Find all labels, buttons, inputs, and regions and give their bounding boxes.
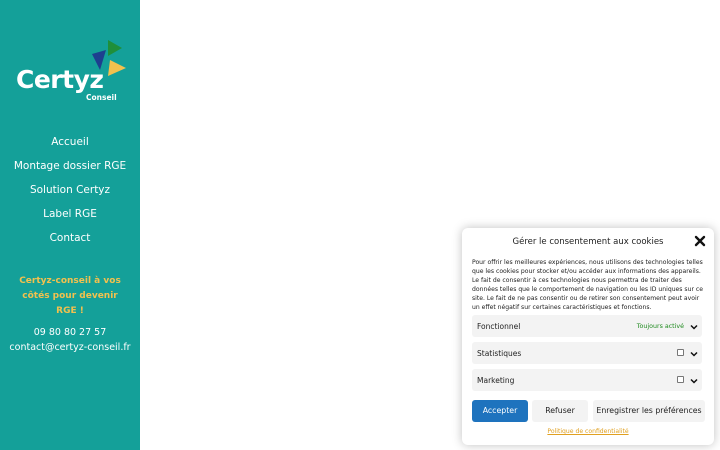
sidebar: Certyz Conseil Accueil Montage dossier R… — [0, 0, 140, 450]
certyz-logo[interactable]: Certyz Conseil — [14, 40, 130, 106]
chevron-down-icon[interactable] — [689, 322, 699, 332]
category-label: Marketing — [477, 376, 515, 385]
statistiques-checkbox[interactable] — [677, 349, 684, 356]
save-preferences-button[interactable]: Enregistrer les préférences — [593, 400, 705, 422]
chevron-down-icon[interactable] — [689, 376, 699, 386]
logo-subtitle: Conseil — [86, 93, 117, 102]
nav-item-accueil[interactable]: Accueil — [0, 134, 140, 158]
cookie-title: Gérer le consentement aux cookies — [512, 237, 664, 247]
sidebar-tagline: Certyz-conseil à vos côtés pour devenir … — [19, 276, 121, 316]
marketing-checkbox[interactable] — [677, 376, 684, 383]
nav-item-montage-dossier[interactable]: Montage dossier RGE — [0, 158, 140, 182]
nav-item-label-rge[interactable]: Label RGE — [0, 206, 140, 230]
phone-number[interactable]: 09 80 80 27 57 — [0, 327, 140, 338]
email-address[interactable]: contact@certyz-conseil.fr — [0, 342, 140, 353]
category-label: Statistiques — [477, 349, 522, 358]
chevron-down-icon[interactable] — [689, 349, 699, 359]
privacy-policy-link[interactable]: Politique de confidentialité — [462, 428, 714, 435]
refuse-button[interactable]: Refuser — [532, 400, 588, 422]
category-statistiques[interactable]: Statistiques — [472, 342, 702, 364]
cookie-description: Pour offrir les meilleures expériences, … — [472, 259, 703, 311]
close-icon[interactable] — [693, 234, 707, 248]
category-label: Fonctionnel — [477, 322, 521, 331]
category-fonctionnel[interactable]: Fonctionnel Toujours activé — [472, 315, 702, 337]
accept-button[interactable]: Accepter — [472, 400, 528, 422]
page: Certyz Conseil Accueil Montage dossier R… — [0, 0, 720, 450]
logo-wordmark: Certyz — [16, 65, 104, 94]
cookie-consent-banner: Gérer le consentement aux cookies Pour o… — [462, 228, 714, 445]
main-nav: Accueil Montage dossier RGE Solution Cer… — [0, 134, 140, 254]
nav-item-contact[interactable]: Contact — [0, 230, 140, 254]
category-marketing[interactable]: Marketing — [472, 369, 702, 391]
always-active-status: Toujours activé — [636, 323, 684, 330]
nav-item-solution-certyz[interactable]: Solution Certyz — [0, 182, 140, 206]
